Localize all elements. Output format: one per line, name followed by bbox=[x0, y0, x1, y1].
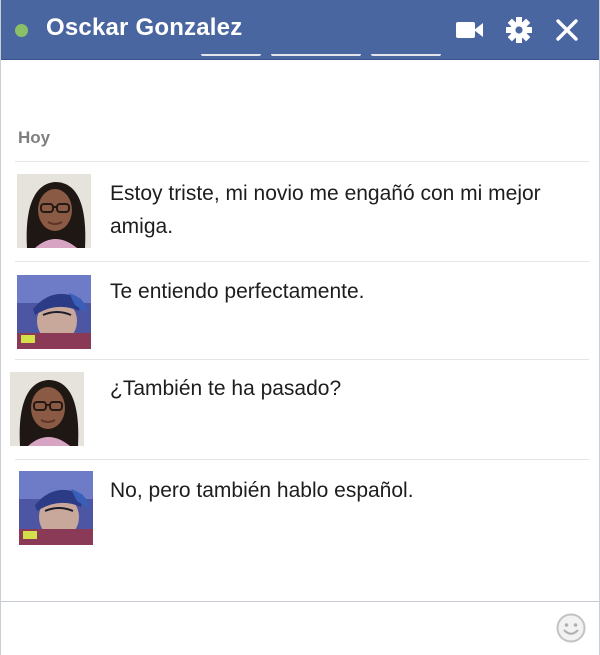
message-input[interactable] bbox=[1, 602, 599, 655]
video-camera-icon[interactable] bbox=[453, 14, 485, 46]
girl-avatar[interactable] bbox=[10, 372, 84, 446]
message-text: Estoy triste, mi novio me engañó con mi … bbox=[110, 182, 541, 238]
girl-avatar[interactable] bbox=[17, 174, 91, 248]
smiley-icon[interactable] bbox=[555, 612, 587, 644]
close-icon[interactable] bbox=[551, 14, 583, 46]
message-row: Estoy triste, mi novio me engañó con mi … bbox=[1, 162, 599, 261]
message-row: No, pero también hablo español. bbox=[1, 460, 599, 560]
message-row: Te entiendo perfectamente. bbox=[1, 262, 599, 359]
message-text: ¿También te ha pasado? bbox=[110, 377, 342, 400]
boy-avatar[interactable] bbox=[19, 471, 93, 545]
chat-window: Osckar Gonzalez Hoy Estoy triste, mi nov… bbox=[0, 0, 600, 655]
day-label: Hoy bbox=[18, 128, 51, 147]
online-status-icon bbox=[15, 24, 28, 37]
message-row: ¿También te ha pasado? bbox=[1, 360, 599, 459]
message-text: Te entiendo perfectamente. bbox=[110, 280, 365, 303]
message-text: No, pero también hablo español. bbox=[110, 479, 414, 502]
clipped-previous-message bbox=[201, 54, 461, 64]
gear-icon[interactable] bbox=[503, 14, 535, 46]
contact-name[interactable]: Osckar Gonzalez bbox=[46, 14, 242, 42]
chat-titlebar[interactable]: Osckar Gonzalez bbox=[1, 0, 599, 60]
boy-avatar[interactable] bbox=[17, 275, 91, 349]
